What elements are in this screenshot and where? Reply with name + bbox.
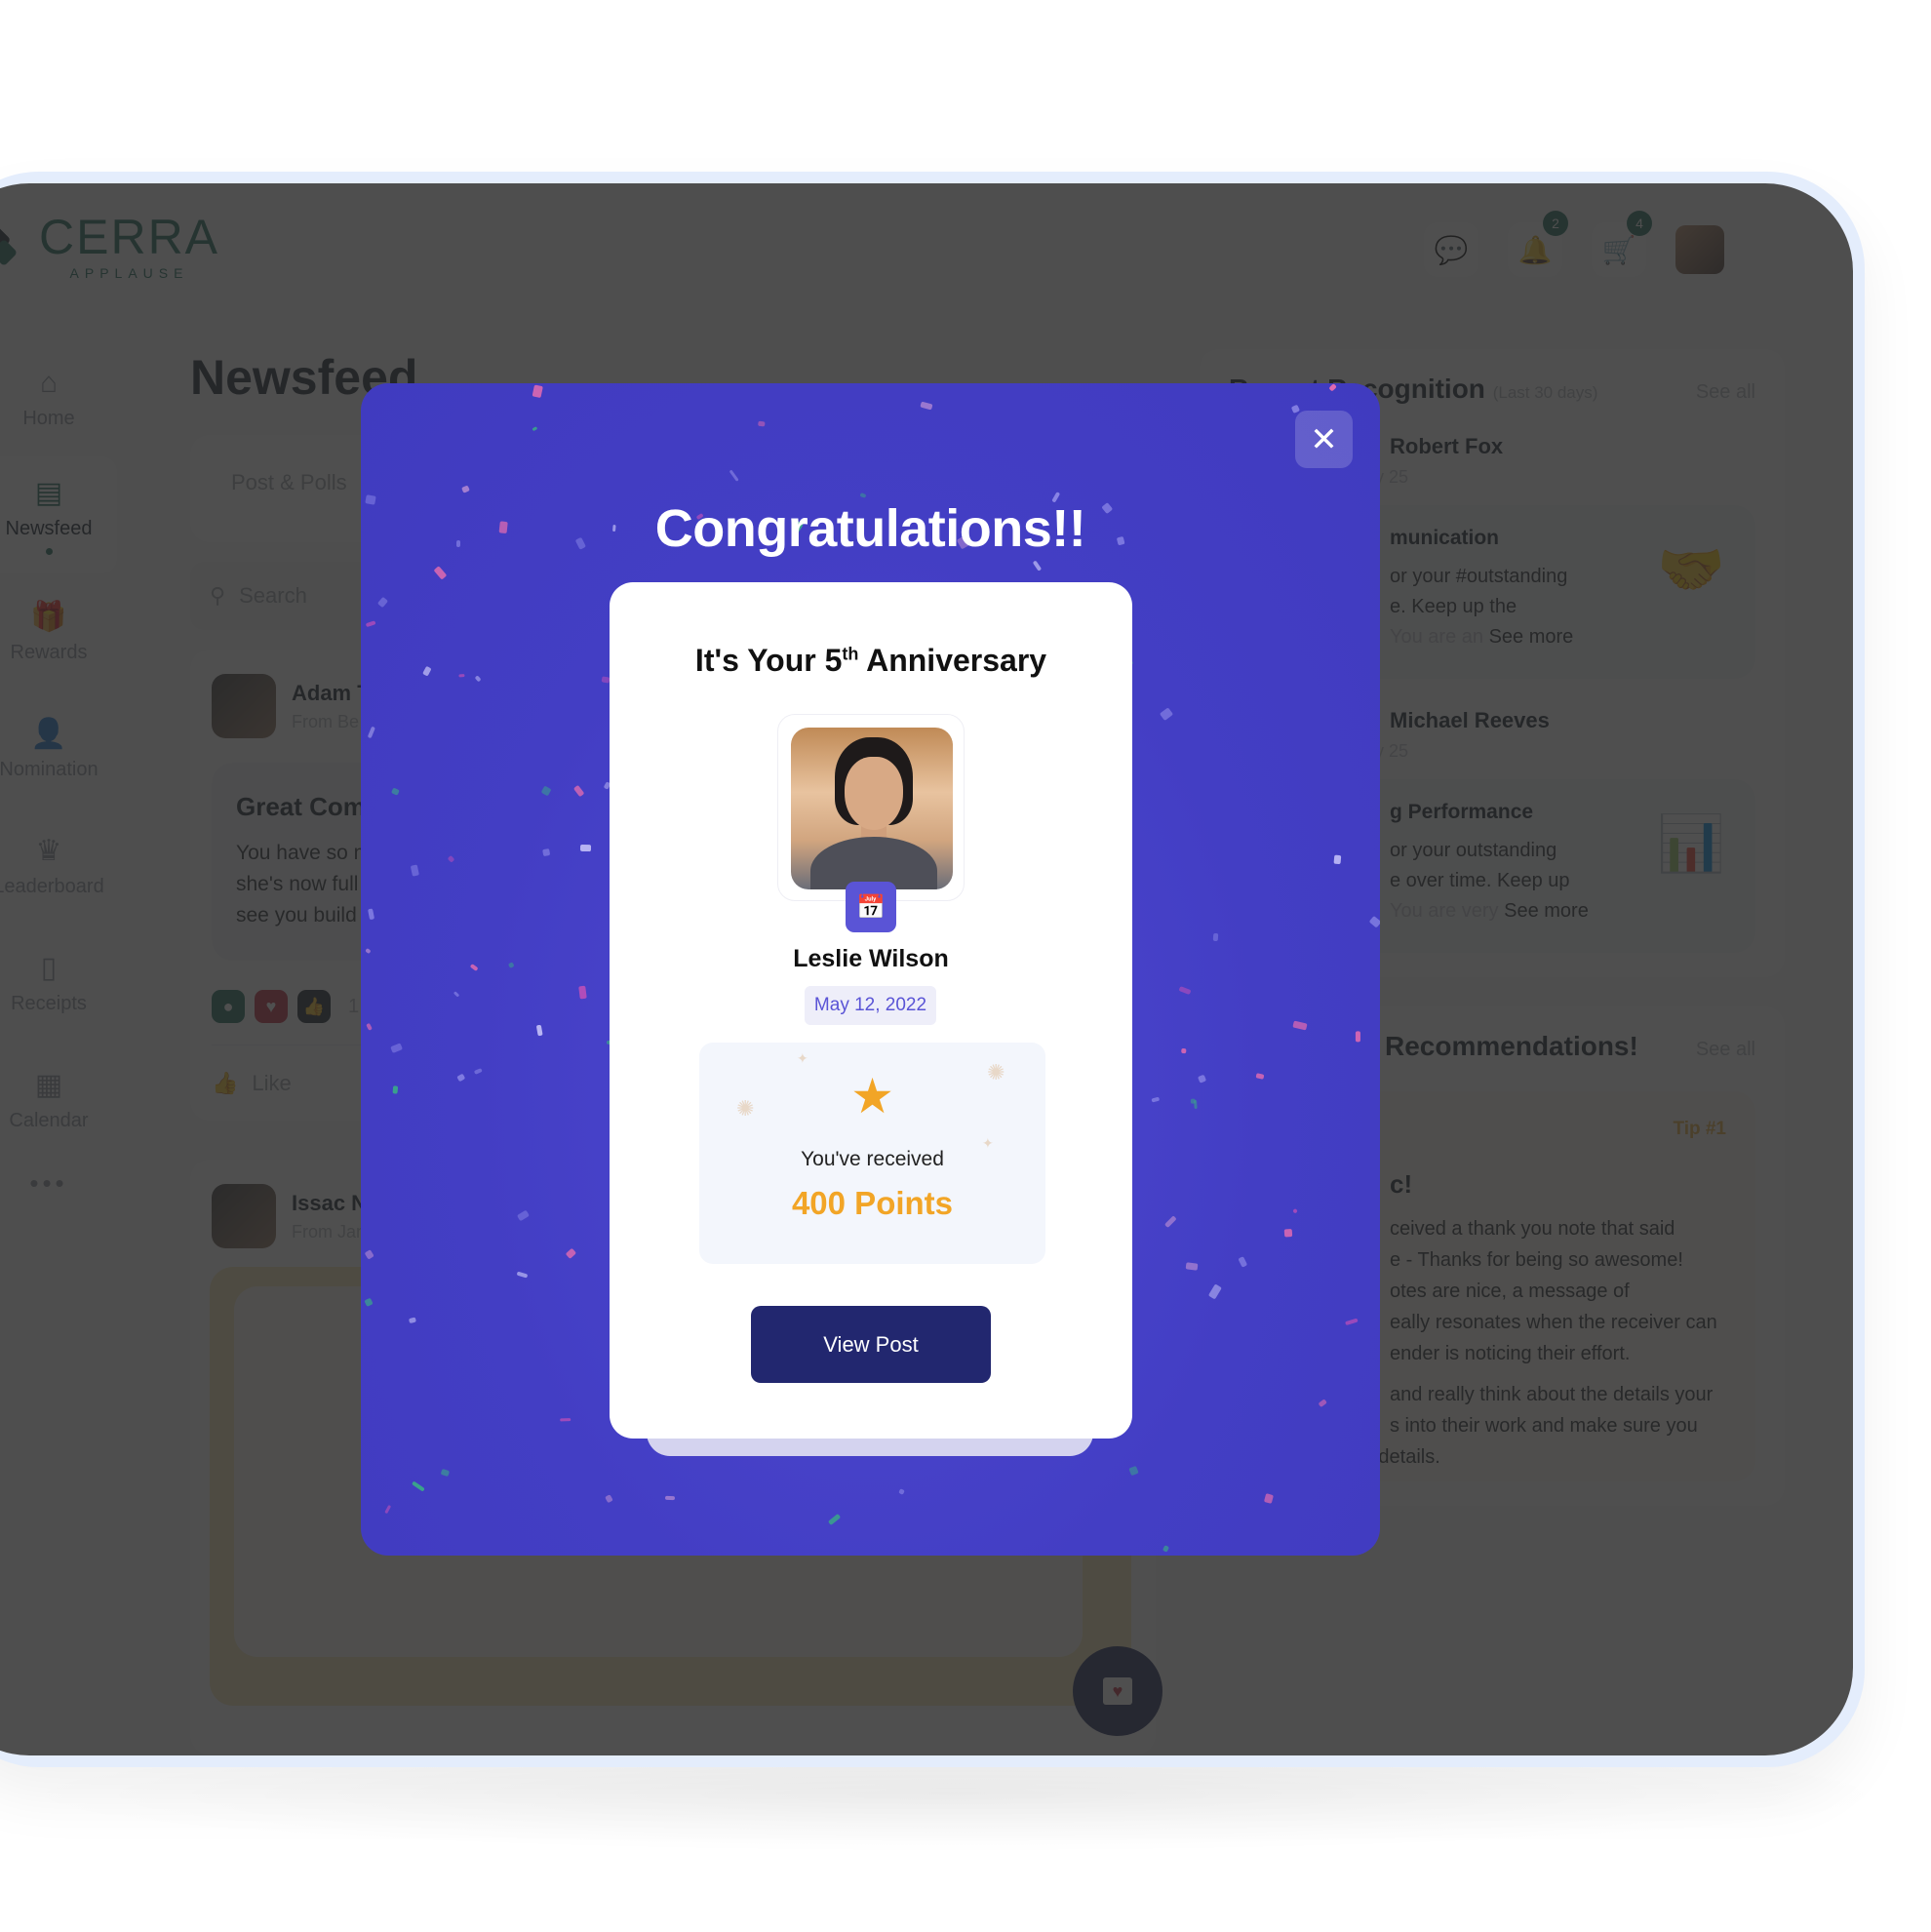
confetti-piece bbox=[469, 963, 479, 972]
confetti-piece bbox=[366, 1022, 374, 1031]
confetti-piece bbox=[1328, 383, 1337, 392]
confetti-piece bbox=[540, 785, 553, 797]
confetti-piece bbox=[1318, 1398, 1327, 1407]
confetti-piece bbox=[508, 962, 515, 968]
confetti-piece bbox=[365, 948, 372, 955]
confetti-piece bbox=[364, 1298, 374, 1307]
confetti-piece bbox=[364, 1249, 374, 1261]
confetti-piece bbox=[1283, 1228, 1293, 1238]
sparkle-icon: ✦ bbox=[797, 1050, 808, 1066]
points-box: ✺ ✺ ✦ ✦ ★ You've received 400 Points bbox=[699, 1043, 1045, 1264]
received-label: You've received bbox=[801, 1148, 944, 1170]
confetti-piece bbox=[1333, 854, 1342, 865]
confetti-piece bbox=[1127, 1466, 1139, 1477]
anniversary-card: It's Your 5th Anniversary 📅 Leslie Wilso… bbox=[610, 582, 1132, 1439]
confetti-piece bbox=[367, 726, 375, 738]
anniversary-date: May 12, 2022 bbox=[805, 986, 936, 1025]
confetti-piece bbox=[665, 1495, 676, 1500]
confetti-piece bbox=[368, 908, 375, 920]
close-button[interactable]: ✕ bbox=[1295, 411, 1353, 468]
confetti-piece bbox=[1160, 708, 1174, 722]
confetti-piece bbox=[453, 990, 460, 998]
confetti-piece bbox=[536, 1025, 543, 1037]
confetti-piece bbox=[517, 1209, 531, 1222]
confetti-piece bbox=[410, 863, 419, 876]
confetti-piece bbox=[859, 492, 867, 498]
confetti-piece bbox=[473, 1068, 483, 1076]
confetti-piece bbox=[572, 784, 585, 798]
confetti-piece bbox=[1178, 985, 1192, 995]
confetti-piece bbox=[1212, 932, 1219, 941]
confetti-piece bbox=[559, 1417, 571, 1422]
confetti-piece bbox=[456, 1073, 466, 1083]
confetti-piece bbox=[1292, 1207, 1298, 1214]
confetti-piece bbox=[577, 985, 587, 1000]
confetti-piece bbox=[1185, 1262, 1200, 1271]
stars-icon: ★ bbox=[850, 1069, 894, 1124]
confetti-piece bbox=[1292, 1020, 1308, 1031]
confetti-piece bbox=[392, 1084, 399, 1094]
close-icon: ✕ bbox=[1310, 420, 1338, 458]
confetti-piece bbox=[389, 1042, 403, 1053]
confetti-piece bbox=[1033, 560, 1043, 572]
confetti-piece bbox=[897, 1487, 905, 1495]
confetti-piece bbox=[757, 421, 766, 428]
confetti-piece bbox=[1162, 1544, 1169, 1553]
anniversary-heading: It's Your 5th Anniversary bbox=[694, 643, 1047, 678]
confetti-piece bbox=[532, 425, 538, 432]
confetti-piece bbox=[408, 1317, 417, 1324]
confetti-piece bbox=[565, 1247, 577, 1259]
confetti-piece bbox=[728, 469, 739, 482]
confetti-piece bbox=[1238, 1256, 1248, 1269]
calendar-heart-icon: 📅 bbox=[846, 882, 896, 932]
confetti-piece bbox=[1181, 1047, 1187, 1054]
confetti-piece bbox=[532, 384, 543, 399]
person-name: Leslie Wilson bbox=[793, 945, 949, 972]
confetti-piece bbox=[1255, 1073, 1265, 1081]
confetti-piece bbox=[1207, 1282, 1222, 1299]
confetti-piece bbox=[376, 596, 388, 608]
confetti-piece bbox=[1164, 1215, 1177, 1229]
confetti-piece bbox=[1193, 1100, 1198, 1110]
confetti-piece bbox=[474, 675, 482, 683]
confetti-piece bbox=[390, 787, 400, 796]
confetti-piece bbox=[579, 844, 591, 852]
confetti-piece bbox=[440, 1469, 451, 1478]
confetti-piece bbox=[1345, 1318, 1360, 1326]
confetti-piece bbox=[1197, 1074, 1206, 1084]
confetti-piece bbox=[1368, 916, 1380, 928]
confetti-piece bbox=[412, 1480, 425, 1492]
profile-photo-frame bbox=[777, 714, 965, 901]
confetti-piece bbox=[827, 1513, 842, 1526]
screenshot-stage: CERRA APPLAUSE 💬 🔔2 🛒4 ⌂Home ▤Newsfeed 🎁… bbox=[0, 0, 1931, 1932]
anniversary-modal: ✕ Congratulations!! It's Your 5th Annive… bbox=[361, 383, 1380, 1556]
confetti-piece bbox=[1355, 1031, 1360, 1042]
confetti-piece bbox=[365, 620, 376, 628]
modal-title: Congratulations!! bbox=[654, 499, 1086, 558]
confetti-piece bbox=[516, 1271, 528, 1279]
confetti-piece bbox=[1263, 1493, 1274, 1505]
confetti-piece bbox=[447, 854, 455, 863]
confetti-piece bbox=[434, 566, 448, 581]
confetti-piece bbox=[604, 1494, 614, 1504]
confetti-piece bbox=[421, 665, 432, 677]
confetti-piece bbox=[542, 848, 551, 857]
confetti-piece bbox=[461, 485, 470, 493]
confetti-piece bbox=[601, 676, 611, 684]
view-post-button[interactable]: View Post bbox=[751, 1306, 991, 1383]
confetti-piece bbox=[383, 1505, 391, 1515]
confetti-piece bbox=[457, 673, 465, 678]
points-value: 400 Points bbox=[791, 1185, 954, 1221]
profile-photo bbox=[791, 728, 953, 889]
confetti-piece bbox=[920, 401, 933, 411]
confetti-piece bbox=[1151, 1097, 1161, 1103]
